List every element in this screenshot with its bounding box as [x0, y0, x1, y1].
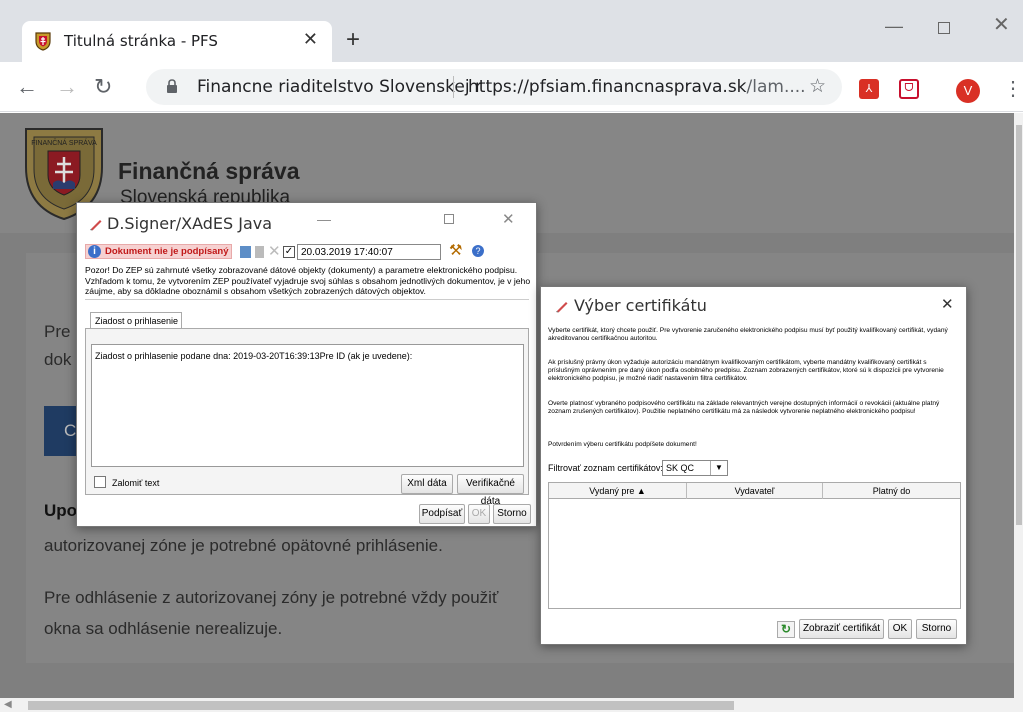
- pdf-extension-icon[interactable]: ⅄: [859, 79, 879, 99]
- signer-minimize-icon[interactable]: —: [317, 211, 331, 227]
- scroll-left-icon[interactable]: ◀: [4, 699, 12, 710]
- address-bar[interactable]: Financne riaditelstvo Slovenskej r https…: [146, 69, 842, 105]
- settings-tools-icon[interactable]: ⚒: [449, 241, 462, 259]
- certificate-title: Výber certifikátu: [574, 296, 707, 315]
- certificate-table[interactable]: Vydaný pre ▲ Vydavateľ Platný do: [548, 482, 961, 609]
- chevron-down-icon[interactable]: ▼: [710, 461, 727, 475]
- sign-button[interactable]: Podpísať: [419, 504, 465, 524]
- favicon-icon: [35, 32, 51, 51]
- brand-title: Finančná správa: [118, 158, 300, 184]
- vertical-scroll-thumb[interactable]: [1016, 125, 1022, 525]
- refresh-icon[interactable]: ↻: [777, 621, 795, 638]
- pen-icon: [556, 302, 568, 313]
- wrap-text-label: Zalomiť text: [112, 478, 160, 488]
- info-icon: i: [88, 245, 101, 258]
- timestamp-checkbox[interactable]: ✓: [283, 246, 295, 258]
- tab-bar: Titulná stránka - PFS ✕ + — ✕: [0, 0, 1023, 62]
- browser-toolbar: ← → ↻ Financne riaditelstvo Slovenskej r…: [0, 62, 1023, 112]
- pen-icon: [90, 220, 102, 231]
- document-icon[interactable]: [255, 246, 264, 258]
- url-host: https://pfsiam.financnasprava.sk: [468, 77, 747, 97]
- menu-icon[interactable]: ⋮: [1003, 76, 1023, 101]
- signer-title: D.Signer/XAdES Java: [107, 214, 273, 233]
- pocket-extension-icon[interactable]: ᗜ: [899, 79, 919, 99]
- help-icon[interactable]: ?: [472, 245, 484, 257]
- minimize-icon[interactable]: —: [885, 16, 903, 37]
- back-icon[interactable]: ←: [16, 74, 38, 100]
- lock-icon: [167, 79, 177, 93]
- xml-data-button[interactable]: Xml dáta: [401, 474, 453, 494]
- timestamp-field[interactable]: 20.03.2019 17:40:07: [297, 244, 441, 260]
- cert-instructions: Vyberte certifikát, ktorý chcete použiť.…: [548, 327, 948, 343]
- signer-close-icon[interactable]: ✕: [502, 210, 515, 228]
- timestamp-value: 20.03.2019 17:40:07: [301, 247, 393, 258]
- document-panel: Ziadost o prihlasenie podane dna: 2019-0…: [85, 328, 529, 507]
- note-line1: autorizovanej zóne je potrebné opätovné …: [44, 536, 443, 555]
- certificate-ok-button[interactable]: OK: [888, 619, 912, 639]
- signer-maximize-icon[interactable]: [444, 214, 454, 224]
- save-icon[interactable]: [240, 246, 251, 258]
- reload-icon[interactable]: ↻: [94, 74, 112, 100]
- wrap-text-checkbox[interactable]: [94, 476, 106, 488]
- verification-data-button[interactable]: Verifikačné dáta: [457, 474, 524, 507]
- note-heading: Upo: [44, 501, 78, 520]
- url-text: https://pfsiam.financnasprava.sk/lam....: [468, 77, 806, 97]
- signer-dialog: D.Signer/XAdES Java — ✕ i Dokument nie j…: [76, 202, 537, 527]
- col-valid-until[interactable]: Platný do: [823, 483, 960, 499]
- svg-text:FINANČNÁ SPRÁVA: FINANČNÁ SPRÁVA: [31, 138, 97, 147]
- tab-close-icon[interactable]: ✕: [303, 29, 318, 50]
- signature-status-text: Dokument nie je podpísaný: [105, 246, 229, 257]
- signer-ok-button[interactable]: OK: [468, 504, 490, 524]
- col-issuer[interactable]: Vydavateľ: [687, 483, 823, 499]
- cert-mandate-info: Ak príslušný právny úkon vyžaduje autori…: [548, 359, 944, 383]
- signature-status: i Dokument nie je podpísaný: [85, 244, 232, 259]
- cert-confirm-note: Potvrdením výberu certifikátu podpíšete …: [548, 441, 697, 448]
- intro-text-line1: Pre: [44, 322, 71, 341]
- cert-validity-warning: Overte platnosť vybraného podpisového ce…: [548, 400, 940, 416]
- login-button-label: C: [64, 421, 77, 440]
- table-header: Vydaný pre ▲ Vydavateľ Platný do: [549, 483, 960, 499]
- filter-value: SK QC: [666, 463, 695, 473]
- forward-icon[interactable]: →: [56, 74, 78, 100]
- profile-avatar[interactable]: V: [956, 79, 980, 103]
- intro-text-line2: dok: [44, 350, 72, 369]
- document-content-area[interactable]: Ziadost o prihlasenie podane dna: 2019-0…: [91, 344, 524, 467]
- tab-title: Titulná stránka - PFS: [64, 32, 218, 50]
- browser-tab[interactable]: Titulná stránka - PFS ✕: [22, 21, 332, 62]
- certificate-dialog: Výber certifikátu ✕ Vyberte certifikát, …: [540, 286, 967, 645]
- logout-note-line1: Pre odhlásenie z autorizovanej zóny je p…: [44, 588, 499, 607]
- maximize-icon[interactable]: [938, 22, 950, 34]
- certificate-close-icon[interactable]: ✕: [941, 295, 954, 313]
- document-content-text: Ziadost o prihlasenie podane dna: 2019-0…: [95, 351, 413, 361]
- bookmark-star-icon[interactable]: ☆: [809, 75, 826, 98]
- certificate-cancel-button[interactable]: Storno: [916, 619, 957, 639]
- omnibox-divider: [453, 76, 454, 98]
- logout-note-line2: okna sa odhlásenie nerealizuje.: [44, 619, 283, 638]
- tab-ziadost[interactable]: Ziadost o prihlasenie: [90, 312, 182, 329]
- site-identity: Financne riaditelstvo Slovenskej r: [197, 77, 482, 97]
- col-issued-to[interactable]: Vydaný pre ▲: [549, 483, 687, 499]
- filter-label: Filtrovať zoznam certifikátov:: [548, 463, 663, 473]
- divider: [85, 299, 529, 300]
- show-certificate-button[interactable]: Zobraziť certifikát: [799, 619, 884, 639]
- tab-ziadost-label: Ziadost o prihlasenie: [95, 316, 179, 326]
- url-path: /lam....: [746, 77, 806, 97]
- filter-select[interactable]: SK QC ▼: [662, 460, 728, 476]
- signer-cancel-button[interactable]: Storno: [493, 504, 531, 524]
- delete-icon[interactable]: ✕: [268, 242, 281, 260]
- new-tab-icon[interactable]: +: [346, 26, 360, 54]
- window-close-icon[interactable]: ✕: [993, 12, 1010, 37]
- horizontal-scroll-thumb[interactable]: [28, 701, 734, 710]
- signer-warning: Pozor! Do ZEP sú zahrnuté všetky zobrazo…: [85, 265, 531, 296]
